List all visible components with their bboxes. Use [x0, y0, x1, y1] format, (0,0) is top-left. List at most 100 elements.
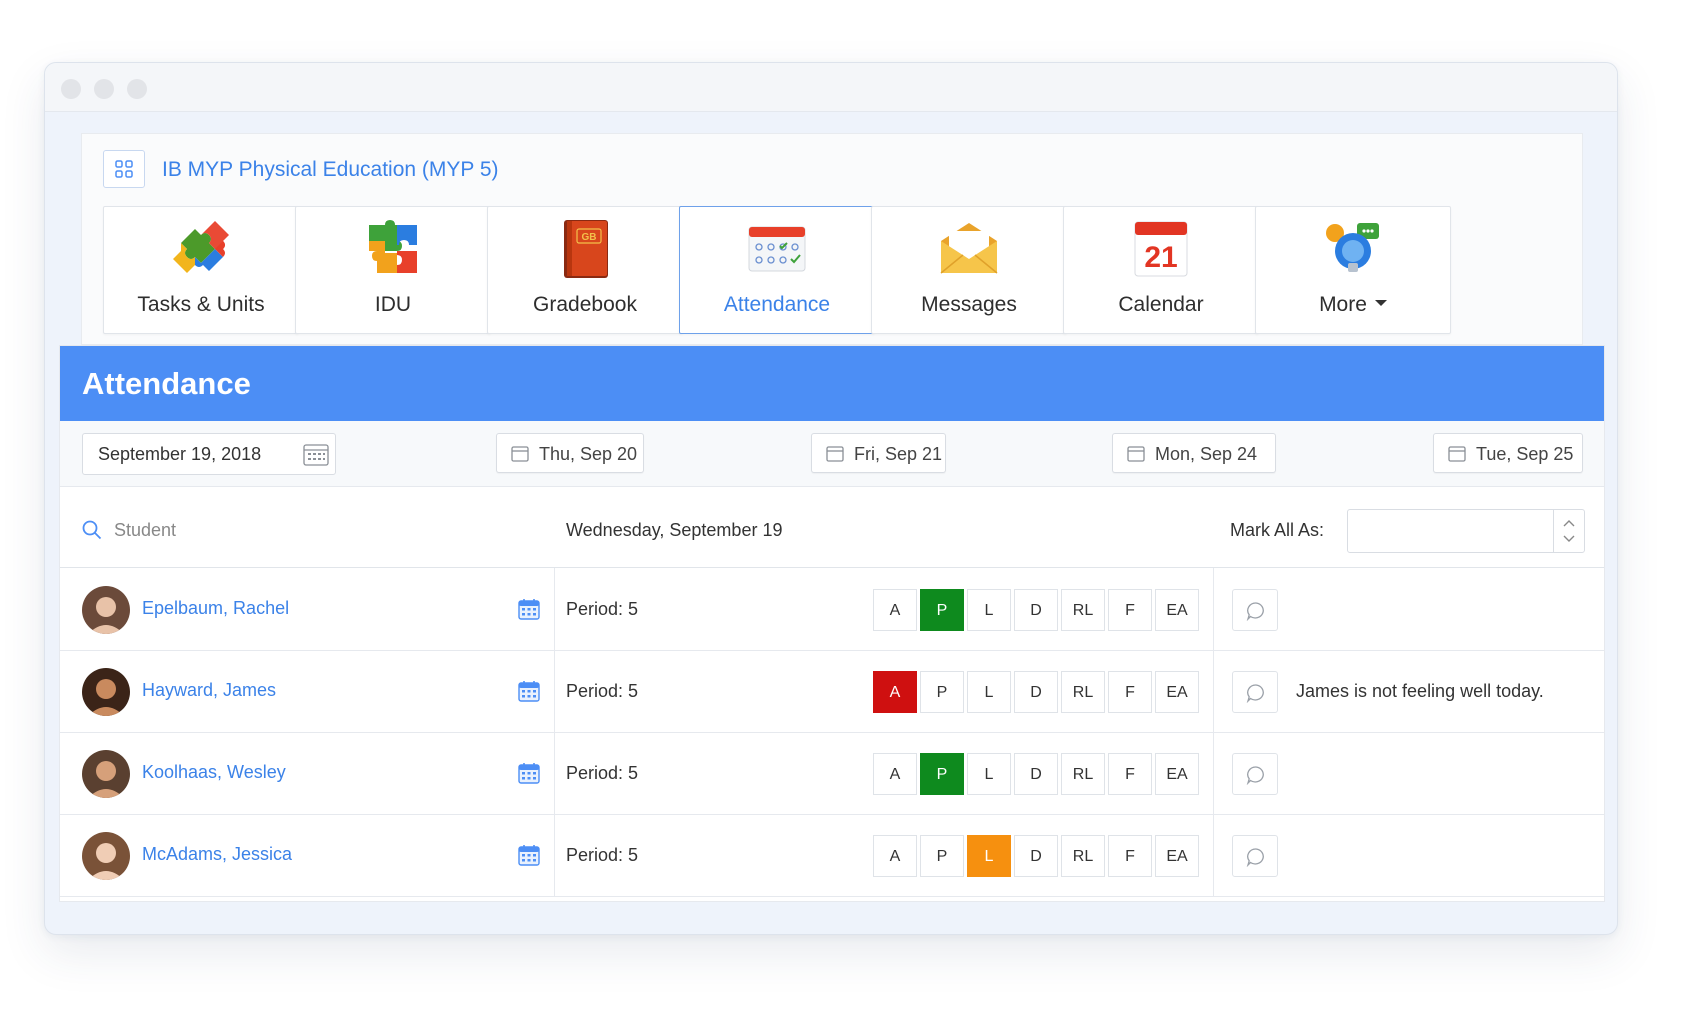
tile-attendance[interactable]: Attendance [679, 206, 875, 334]
gradebook-book-icon: GB [564, 220, 608, 278]
date-button-label: Tue, Sep 25 [1476, 444, 1574, 464]
tile-tasks-units[interactable]: Tasks & Units [103, 206, 299, 334]
calendar-icon[interactable] [518, 598, 540, 620]
attendance-header: Attendance [60, 346, 1604, 421]
attendance-code-l-button[interactable]: L [967, 671, 1011, 713]
puzzle-pieces-icon [369, 220, 417, 273]
date-button-label: Fri, Sep 21 [854, 444, 943, 464]
column-divider [554, 814, 555, 896]
attendance-code-p-button[interactable]: P [920, 589, 964, 631]
calendar-icon[interactable] [518, 680, 540, 702]
attendance-code-ea-button[interactable]: EA [1155, 753, 1199, 795]
attendance-code-ea-button[interactable]: EA [1155, 835, 1199, 877]
attendance-code-p-button[interactable]: P [920, 671, 964, 713]
tile-more[interactable]: More [1255, 206, 1451, 334]
attendance-code-f-button[interactable]: F [1108, 753, 1152, 795]
tile-idu[interactable]: IDU [295, 206, 491, 334]
student-name-link[interactable]: Hayward, James [142, 680, 276, 701]
student-name-link[interactable]: Epelbaum, Rachel [142, 598, 289, 619]
tile-calendar[interactable]: 21 Calendar [1063, 206, 1259, 334]
tile-label: More [1256, 293, 1450, 317]
attendance-code-rl-button[interactable]: RL [1061, 671, 1105, 713]
attendance-code-a-button[interactable]: A [873, 671, 917, 713]
chevron-up-down-icon [1563, 520, 1575, 542]
attendance-code-l-button[interactable]: L [967, 835, 1011, 877]
table-row: Epelbaum, Rachel Period: 5 A P L D RL F EA [60, 568, 1604, 651]
course-grid-button[interactable] [103, 150, 145, 188]
attendance-code-d-button[interactable]: D [1014, 753, 1058, 795]
select-spinner[interactable] [1553, 510, 1584, 552]
attendance-code-f-button[interactable]: F [1108, 835, 1152, 877]
avatar[interactable] [82, 832, 130, 880]
svg-text:GB: GB [582, 232, 597, 243]
avatar[interactable] [82, 586, 130, 634]
avatar[interactable] [82, 668, 130, 716]
attendance-code-d-button[interactable]: D [1014, 835, 1058, 877]
attendance-code-d-button[interactable]: D [1014, 589, 1058, 631]
mark-all-select[interactable] [1347, 509, 1585, 553]
period-label: Period: 5 [566, 681, 639, 701]
attendance-code-a-button[interactable]: A [873, 589, 917, 631]
comment-bubble-icon [1246, 766, 1264, 785]
comment-bubble-icon [1246, 848, 1264, 867]
table-row: McAdams, Jessica Period: 5 A P L D RL F EA [60, 814, 1604, 897]
tile-gradebook[interactable]: GB Gradebook [487, 206, 683, 334]
puzzle-icon [173, 221, 229, 273]
student-search-input[interactable]: Student [114, 520, 176, 541]
attendance-code-p-button[interactable]: P [920, 753, 964, 795]
student-name-link[interactable]: McAdams, Jessica [142, 844, 292, 865]
comment-button[interactable] [1232, 671, 1278, 713]
window-titlebar [45, 63, 1617, 112]
window-minimize-dot[interactable] [94, 79, 114, 99]
period-label: Period: 5 [566, 599, 639, 619]
calendar-21-icon: 21 [1134, 221, 1188, 277]
filter-row: Student Wednesday, September 19 Mark All… [60, 487, 1604, 568]
date-button-tue-sep-25[interactable]: Tue, Sep 25 [1433, 433, 1583, 473]
attendance-code-a-button[interactable]: A [873, 835, 917, 877]
student-name-link[interactable]: Koolhaas, Wesley [142, 762, 286, 783]
date-navigation: September 19, 2018 Thu, Sep 20 Fri, Sep … [60, 421, 1604, 487]
tile-label: Messages [921, 293, 1017, 316]
date-picker-input[interactable]: September 19, 2018 [82, 433, 336, 475]
comment-button[interactable] [1232, 589, 1278, 631]
calendar-icon[interactable] [518, 762, 540, 784]
calendar-icon[interactable] [518, 844, 540, 866]
app-window: IB MYP Physical Education (MYP 5) Tasks … [44, 62, 1618, 935]
column-divider [554, 568, 555, 650]
window-maximize-dot[interactable] [127, 79, 147, 99]
date-button-thu-sep-20[interactable]: Thu, Sep 20 [496, 433, 644, 473]
attendance-code-ea-button[interactable]: EA [1155, 589, 1199, 631]
attendance-code-d-button[interactable]: D [1014, 671, 1058, 713]
attendance-code-a-button[interactable]: A [873, 753, 917, 795]
period-label: Period: 5 [566, 845, 639, 865]
window-close-dot[interactable] [61, 79, 81, 99]
attendance-code-f-button[interactable]: F [1108, 589, 1152, 631]
tile-label: IDU [374, 293, 412, 316]
lightbulb-icon [1326, 223, 1379, 272]
attendance-code-rl-button[interactable]: RL [1061, 835, 1105, 877]
tile-label: Gradebook [533, 293, 637, 316]
attendance-panel: Attendance September 19, 2018 Thu, Sep 2… [59, 345, 1605, 902]
calendar-grid-icon[interactable] [303, 442, 329, 466]
attendance-code-ea-button[interactable]: EA [1155, 671, 1199, 713]
calendar-icon [511, 446, 529, 462]
caret-down-icon [1374, 300, 1387, 307]
course-title[interactable]: IB MYP Physical Education (MYP 5) [162, 158, 499, 182]
tile-messages[interactable]: Messages [871, 206, 1067, 334]
date-picker-value: September 19, 2018 [98, 444, 262, 464]
comment-button[interactable] [1232, 835, 1278, 877]
more-label: More [1319, 293, 1367, 316]
calendar-icon [826, 446, 844, 462]
attendance-code-f-button[interactable]: F [1108, 671, 1152, 713]
comment-button[interactable] [1232, 753, 1278, 795]
attendance-code-l-button[interactable]: L [967, 589, 1011, 631]
table-row: Koolhaas, Wesley Period: 5 A P L D RL F EA [60, 732, 1604, 815]
date-button-mon-sep-24[interactable]: Mon, Sep 24 [1112, 433, 1276, 473]
attendance-code-p-button[interactable]: P [920, 835, 964, 877]
attendance-code-rl-button[interactable]: RL [1061, 589, 1105, 631]
attendance-code-rl-button[interactable]: RL [1061, 753, 1105, 795]
column-divider [554, 650, 555, 732]
date-button-fri-sep-21[interactable]: Fri, Sep 21 [811, 433, 946, 473]
avatar[interactable] [82, 750, 130, 798]
attendance-code-l-button[interactable]: L [967, 753, 1011, 795]
